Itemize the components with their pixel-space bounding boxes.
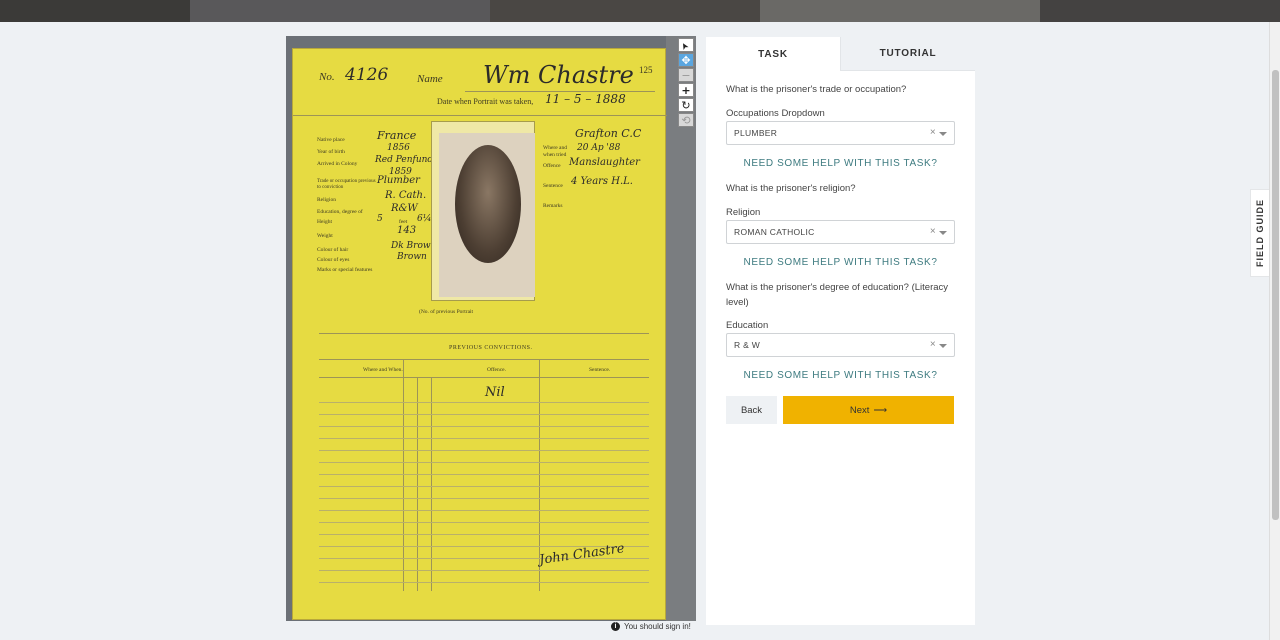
question-education: What is the prisoner's degree of educati… [726, 282, 949, 308]
education-dropdown-label: Education [726, 320, 769, 331]
move-tool[interactable]: ✥ [678, 53, 694, 67]
zoom-in-tool[interactable]: + [678, 83, 694, 97]
ruled-lines [319, 391, 649, 591]
reset-tool[interactable]: ⟲ [678, 113, 694, 127]
info-icon: i [611, 622, 620, 631]
scrollbar-thumb[interactable] [1272, 70, 1279, 520]
chevron-down-icon[interactable] [939, 344, 947, 348]
clear-icon[interactable]: × [930, 127, 936, 138]
task-tabs: TASK TUTORIAL [706, 37, 975, 71]
chevron-down-icon[interactable] [939, 132, 947, 136]
subject-viewer[interactable]: No. 4126 Name Wm Chastre 125 Date when P… [286, 36, 696, 621]
trade-label: Trade or occupation previous to convicti… [317, 179, 376, 190]
plus-icon: + [681, 83, 691, 97]
height-label: Height [317, 219, 332, 225]
field-guide-tab[interactable]: FIELD GUIDE [1250, 189, 1269, 277]
col-where-when: Where and When. [363, 367, 403, 373]
form-no-label: No. [319, 71, 335, 83]
education-dropdown-value: R & W [734, 340, 761, 350]
help-link[interactable]: NEED SOME HELP WITH THIS TASK? [726, 370, 955, 381]
offence-label: Offence [543, 163, 561, 169]
minus-icon: − [681, 68, 691, 82]
sentence: 4 Years H.L. [571, 176, 633, 187]
sentence-label: Sentence [543, 183, 563, 189]
portrait-date: 11 – 5 – 1888 [545, 92, 626, 106]
eyes-label: Colour of eyes [317, 257, 350, 263]
col-sentence: Sentence. [589, 367, 611, 373]
reset-icon: ⟲ [681, 113, 691, 127]
chevron-down-icon[interactable] [939, 231, 947, 235]
religion: R. Cath. [385, 190, 427, 201]
tab-task[interactable]: TASK [706, 37, 840, 71]
hair-label: Colour of hair [317, 247, 349, 253]
trial-date: 20 Ap '88 [577, 143, 621, 153]
pointer-tool[interactable]: ➤ [678, 38, 694, 52]
arrow-right-icon: ⟶ [873, 404, 888, 416]
weight: 143 [397, 225, 417, 236]
education-label: Education, degree of [317, 209, 363, 215]
religion-dropdown-value: ROMAN CATHOLIC [734, 227, 815, 237]
weight-label: Weight [317, 233, 333, 239]
native-place: France [377, 129, 417, 142]
religion-label: Religion [317, 197, 336, 203]
back-button[interactable]: Back [726, 396, 777, 424]
height-feet: 5 [377, 214, 383, 224]
education: R&W [391, 203, 418, 214]
arrived-label: Arrived in Colony [317, 161, 358, 167]
rotate-icon: ↻ [681, 98, 691, 112]
task-panel: TASK TUTORIAL What is the prisoner's tra… [706, 37, 975, 625]
prisoner-name: Wm Chastre [483, 61, 634, 89]
move-icon: ✥ [681, 53, 691, 67]
height-inches: 6¼ [417, 214, 432, 224]
eye-colour: Brown [397, 252, 427, 262]
next-button[interactable]: Next ⟶ [783, 396, 954, 424]
year-birth-label: Year of birth [317, 149, 345, 155]
previous-convictions-heading: PREVIOUS CONVICTIONS. [449, 345, 533, 351]
court: Grafton C.C [575, 127, 642, 140]
offence: Manslaughter [569, 157, 640, 168]
record-number: 4126 [345, 65, 389, 85]
help-link[interactable]: NEED SOME HELP WITH THIS TASK? [726, 257, 955, 268]
field-guide-label: FIELD GUIDE [1255, 198, 1266, 268]
education-dropdown[interactable]: R & W × [726, 333, 955, 357]
rotate-tool[interactable]: ↻ [678, 98, 694, 112]
native-place-label: Native place [317, 137, 345, 143]
prisoner-photograph [439, 133, 535, 297]
date-label: Date when Portrait was taken, [437, 97, 534, 106]
question-religion: What is the prisoner's religion? [726, 183, 856, 194]
occupations-dropdown-value: PLUMBER [734, 128, 778, 138]
col-offence: Offence. [487, 367, 506, 373]
viewer-toolbar: ➤ ✥ − + ↻ ⟲ [678, 38, 694, 127]
marks-label: Marks or special features [317, 267, 373, 273]
clear-icon[interactable]: × [930, 339, 936, 350]
ship-name: Red Penfund [375, 155, 434, 165]
next-label: Next [849, 404, 870, 416]
signin-text: You should sign in! [624, 622, 691, 631]
previous-portrait-label: (No. of previous Portrait [419, 309, 474, 315]
help-link[interactable]: NEED SOME HELP WITH THIS TASK? [726, 158, 955, 169]
remarks-label: Remarks [543, 203, 563, 209]
name-label: Name [417, 73, 443, 85]
question-occupation: What is the prisoner's trade or occupati… [726, 84, 907, 95]
page-number: 125 [639, 65, 653, 75]
religion-dropdown-label: Religion [726, 207, 761, 218]
pointer-icon: ➤ [679, 39, 692, 52]
clear-icon[interactable]: × [930, 226, 936, 237]
occupations-dropdown[interactable]: PLUMBER × [726, 121, 955, 145]
year-birth: 1856 [387, 143, 410, 153]
trade: Plumber [377, 175, 420, 186]
prisoner-record-card: No. 4126 Name Wm Chastre 125 Date when P… [292, 48, 667, 620]
occupations-dropdown-label: Occupations Dropdown [726, 108, 825, 119]
signin-notice: i You should sign in! [611, 622, 691, 631]
hair-colour: Dk Brown [391, 241, 437, 251]
religion-dropdown[interactable]: ROMAN CATHOLIC × [726, 220, 955, 244]
header-photo-strip [0, 0, 1280, 22]
zoom-out-tool[interactable]: − [678, 68, 694, 82]
tab-tutorial[interactable]: TUTORIAL [840, 37, 975, 71]
page-scrollbar[interactable] [1269, 22, 1280, 640]
